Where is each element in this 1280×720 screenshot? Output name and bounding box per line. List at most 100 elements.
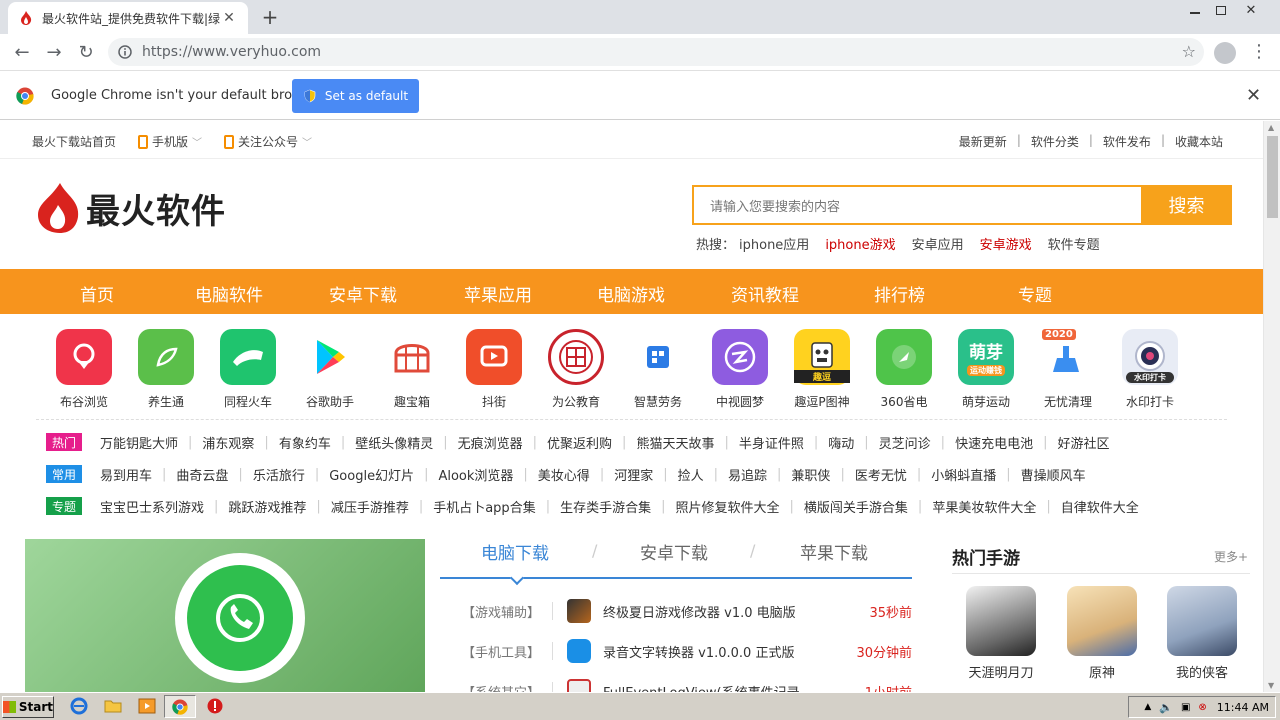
tag-link[interactable]: 快速充电电池 (955, 433, 1033, 452)
nav-news[interactable]: 资讯教程 (731, 281, 799, 306)
hot-search-item[interactable]: 软件专题 (1048, 234, 1100, 253)
tag-link[interactable]: 宝宝巴士系列游戏 (100, 497, 204, 516)
tag-link[interactable]: 小蝌蚪直播 (931, 465, 996, 484)
address-bar[interactable]: https://www.veryhuo.com ☆ (108, 38, 1204, 66)
software-categories-link[interactable]: 软件分类 (1031, 133, 1079, 150)
software-publish-link[interactable]: 软件发布 (1103, 133, 1151, 150)
profile-avatar-icon[interactable] (1214, 42, 1236, 64)
follow-account-link[interactable]: 关注公众号 ﹀ (224, 133, 312, 150)
forward-arrow-icon[interactable]: → (38, 36, 70, 68)
internet-explorer-icon[interactable] (70, 697, 88, 715)
new-tab-plus-icon[interactable]: + (258, 6, 282, 30)
tab-android-download[interactable]: 安卓下载 (640, 539, 708, 564)
tag-link[interactable]: Google幻灯片 (329, 465, 414, 484)
tag-link[interactable]: 灵芝问诊 (879, 433, 931, 452)
nav-topics[interactable]: 专题 (1018, 281, 1052, 306)
chrome-menu-icon[interactable]: ⋮ (1250, 40, 1268, 64)
start-button[interactable]: Start (2, 695, 54, 718)
search-button[interactable]: 搜索 (1141, 185, 1232, 225)
search-input[interactable]: 请输入您要搜索的内容 (692, 185, 1142, 225)
tag-link[interactable]: 照片修复软件大全 (676, 497, 780, 516)
scroll-thumb[interactable] (1267, 136, 1278, 218)
game-tile[interactable]: 我的侠客 (1162, 586, 1242, 681)
hot-search-item[interactable]: 安卓应用 (912, 234, 964, 253)
infobar-close-icon[interactable]: ✕ (1246, 85, 1261, 106)
tag-link[interactable]: 生存类手游合集 (560, 497, 651, 516)
set-as-default-button[interactable]: Set as default (292, 79, 419, 113)
tag-link[interactable]: 万能钥匙大师 (100, 433, 178, 452)
restore-window-icon[interactable] (1208, 0, 1234, 20)
tag-link[interactable]: 乐活旅行 (253, 465, 305, 484)
hot-search-item[interactable]: iphone应用 (739, 234, 809, 253)
app-tile[interactable]: 布谷浏览 (44, 329, 124, 410)
close-window-icon[interactable]: ✕ (1238, 0, 1264, 20)
app-tile[interactable]: 水印打卡 水印打卡 (1110, 329, 1190, 410)
app-tile[interactable]: 为公教育 (536, 329, 616, 410)
browser-tab[interactable]: 最火软件站_提供免费软件下载|绿色 ✕ (8, 2, 248, 34)
download-item[interactable]: 【手机工具】 录音文字转换器 v1.0.0.0 正式版 30分钟前 (462, 637, 912, 665)
nav-home[interactable]: 首页 (80, 281, 114, 306)
reload-icon[interactable]: ↻ (70, 36, 102, 68)
tag-link[interactable]: 捡人 (678, 465, 704, 484)
hot-search-item[interactable]: 安卓游戏 (980, 234, 1032, 253)
bookmark-star-icon[interactable]: ☆ (1182, 42, 1196, 61)
nav-pc-software[interactable]: 电脑软件 (195, 281, 263, 306)
home-link[interactable]: 最火下载站首页 (32, 133, 116, 150)
download-item[interactable]: 【系统其它】 FullEventLogView(系统事件记录 1小时前 (462, 677, 912, 692)
nav-apple[interactable]: 苹果应用 (464, 281, 532, 306)
tag-link[interactable]: 熊猫天天故事 (636, 433, 714, 452)
chrome-taskbar-button[interactable] (164, 695, 196, 718)
tag-link[interactable]: 兼职侠 (791, 465, 830, 484)
site-logo[interactable]: 最火软件 (36, 181, 226, 235)
tag-link[interactable]: 手机占卜app合集 (433, 497, 535, 516)
tag-link[interactable]: 减压手游推荐 (331, 497, 409, 516)
download-item[interactable]: 【游戏辅助】 终极夏日游戏修改器 v1.0 电脑版 35秒前 (462, 597, 912, 625)
nav-rankings[interactable]: 排行榜 (874, 281, 925, 306)
app-tile[interactable]: 智慧劳务 (618, 329, 698, 410)
tab-apple-download[interactable]: 苹果下载 (800, 539, 868, 564)
app-tile[interactable]: 养生通 (126, 329, 206, 410)
tag-link[interactable]: Alook浏览器 (438, 465, 513, 484)
tag-link[interactable]: 曹操顺风车 (1021, 465, 1086, 484)
tag-link[interactable]: 美妆心得 (538, 465, 590, 484)
tag-link[interactable]: 横版闯关手游合集 (804, 497, 908, 516)
tray-expand-icon[interactable]: ▲ (1144, 702, 1151, 712)
tag-link[interactable]: 河狸家 (614, 465, 653, 484)
game-tile[interactable]: 天涯明月刀 (961, 586, 1041, 681)
tag-link[interactable]: 有象约车 (279, 433, 331, 452)
tag-link[interactable]: 半身证件照 (739, 433, 804, 452)
tag-link[interactable]: 苹果美妆软件大全 (932, 497, 1036, 516)
tag-link[interactable]: 无痕浏览器 (458, 433, 523, 452)
bookmark-site-link[interactable]: 收藏本站 (1175, 133, 1223, 150)
hot-search-item[interactable]: iphone游戏 (825, 234, 895, 253)
folder-icon[interactable] (104, 697, 122, 715)
security-alert-icon[interactable]: ⊗ (1198, 702, 1206, 713)
tag-link[interactable]: 跳跃游戏推荐 (228, 497, 306, 516)
site-info-icon[interactable] (108, 45, 142, 59)
nav-pc-games[interactable]: 电脑游戏 (597, 281, 665, 306)
tag-link[interactable]: 优聚返利购 (547, 433, 612, 452)
app-tile[interactable]: 趣宝箱 (372, 329, 452, 410)
scroll-up-arrow-icon[interactable]: ▲ (1268, 123, 1274, 132)
nav-android[interactable]: 安卓下载 (329, 281, 397, 306)
app-tile[interactable]: 谷歌助手 (290, 329, 370, 410)
volume-icon[interactable]: 🔈 (1159, 701, 1173, 714)
media-player-icon[interactable] (138, 697, 156, 715)
app-tile[interactable]: 萌芽 运动赚钱 萌芽运动 (946, 329, 1026, 410)
app-tile[interactable]: 趣逗 趣逗P图神 (782, 329, 862, 410)
tag-link[interactable]: 好游社区 (1057, 433, 1109, 452)
minimize-window-icon[interactable] (1182, 0, 1208, 20)
latest-updates-link[interactable]: 最新更新 (959, 133, 1007, 150)
stop-sign-icon[interactable] (206, 697, 224, 715)
app-tile[interactable]: 抖街 (454, 329, 534, 410)
network-icon[interactable]: ▣ (1181, 702, 1190, 713)
page-scrollbar[interactable]: ▲ ▼ (1263, 121, 1280, 692)
tab-close-icon[interactable]: ✕ (220, 9, 238, 27)
tag-link[interactable]: 易到用车 (100, 465, 152, 484)
tag-link[interactable]: 自律软件大全 (1061, 497, 1139, 516)
scroll-down-arrow-icon[interactable]: ▼ (1268, 681, 1274, 690)
app-tile[interactable]: 360省电 (864, 329, 944, 410)
tab-pc-download[interactable]: 电脑下载 (481, 539, 549, 564)
app-tile[interactable]: 2020 无忧清理 (1028, 329, 1108, 410)
game-tile[interactable]: 原神 (1062, 586, 1142, 681)
